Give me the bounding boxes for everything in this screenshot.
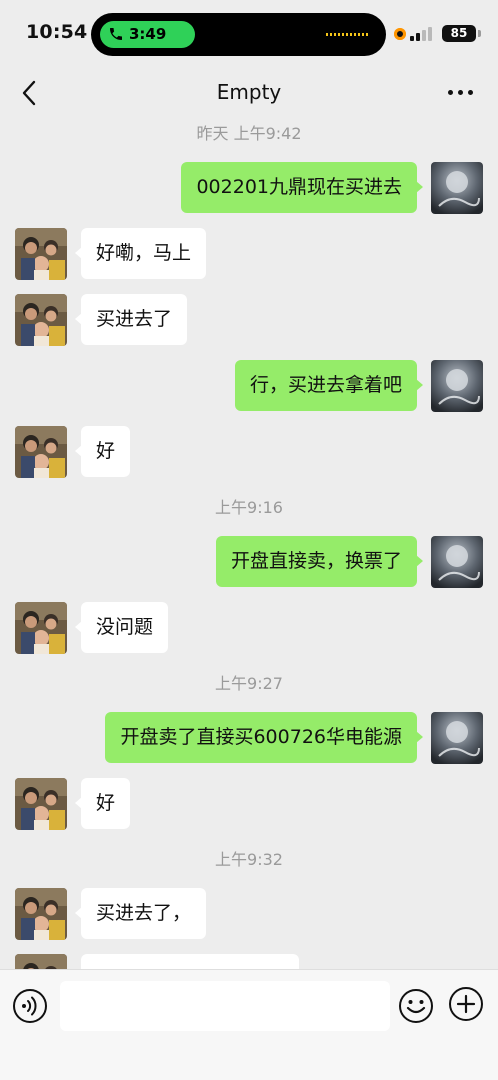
my-avatar[interactable] <box>431 162 483 214</box>
contact-avatar[interactable] <box>15 888 67 940</box>
outgoing-message-bubble[interactable]: 开盘直接卖，换票了 <box>215 536 424 587</box>
incoming-message-bubble[interactable]: 没问题 <box>74 602 169 653</box>
chat-title: Empty <box>216 80 282 104</box>
contact-avatar[interactable] <box>15 778 67 830</box>
contact-avatar[interactable] <box>15 228 67 280</box>
incoming-message-bubble[interactable]: 好 <box>74 426 131 477</box>
cellular-signal-icon <box>410 27 432 41</box>
chat-header: Empty <box>0 64 498 120</box>
my-avatar[interactable] <box>431 360 483 412</box>
contact-avatar[interactable] <box>15 294 67 346</box>
my-avatar[interactable] <box>431 536 483 588</box>
message-timestamp: 上午9:16 <box>215 498 283 517</box>
battery-icon: 85 <box>442 25 476 42</box>
ellipsis-icon <box>447 89 453 95</box>
emoji-button[interactable] <box>398 988 434 1024</box>
incoming-message-bubble[interactable]: 买进去了 <box>74 294 188 345</box>
more-functions-button[interactable] <box>448 986 484 1022</box>
status-time: 10:54 <box>26 21 88 43</box>
outgoing-message-bubble[interactable]: 行，买进去拿着吧 <box>234 360 424 411</box>
phone-icon <box>110 28 122 40</box>
voice-icon <box>13 989 47 1023</box>
message-timestamp: 上午9:32 <box>215 850 283 869</box>
outgoing-message-bubble[interactable]: 002201九鼎现在买进去 <box>181 162 423 213</box>
status-icons: 85 <box>392 23 488 43</box>
input-bar <box>0 969 498 1080</box>
chevron-left-icon <box>22 80 36 106</box>
battery-tip <box>478 30 481 37</box>
ongoing-call-pill[interactable]: 3:49 <box>100 21 195 48</box>
more-options-button[interactable] <box>440 80 480 104</box>
message-input[interactable] <box>60 981 390 1031</box>
emoji-icon <box>399 989 433 1023</box>
back-button[interactable] <box>14 78 44 108</box>
incoming-message-bubble[interactable]: 好 <box>74 778 131 829</box>
contact-avatar[interactable] <box>15 954 67 969</box>
call-timer: 3:49 <box>129 25 167 43</box>
outgoing-message-bubble[interactable]: 开盘卖了直接买600726华电能源 <box>105 712 423 763</box>
contact-avatar[interactable] <box>15 602 67 654</box>
my-avatar[interactable] <box>431 712 483 764</box>
dynamic-island[interactable]: 3:49 <box>91 13 386 56</box>
audio-waveform-icon <box>326 33 370 36</box>
plus-circle-icon <box>449 987 483 1021</box>
chat-screen: 昨天 上午9:42 002201九鼎现在买进去好嘞，马上买进去了 行，买进去拿着吧好… <box>0 0 498 1080</box>
voice-input-button[interactable] <box>12 988 48 1024</box>
incoming-message-bubble-partial[interactable] <box>81 954 299 969</box>
message-timestamp: 昨天 上午9:42 <box>196 124 302 143</box>
recording-indicator-icon <box>394 28 406 40</box>
status-bar: 10:54 3:49 85 <box>0 0 498 64</box>
message-list[interactable]: 昨天 上午9:42 002201九鼎现在买进去好嘞，马上买进去了 行，买进去拿着吧好… <box>0 0 498 969</box>
incoming-message-bubble[interactable]: 好嘞，马上 <box>74 228 207 279</box>
incoming-message-bubble[interactable]: 买进去了， <box>74 888 207 939</box>
message-timestamp: 上午9:27 <box>215 674 283 693</box>
contact-avatar[interactable] <box>15 426 67 478</box>
